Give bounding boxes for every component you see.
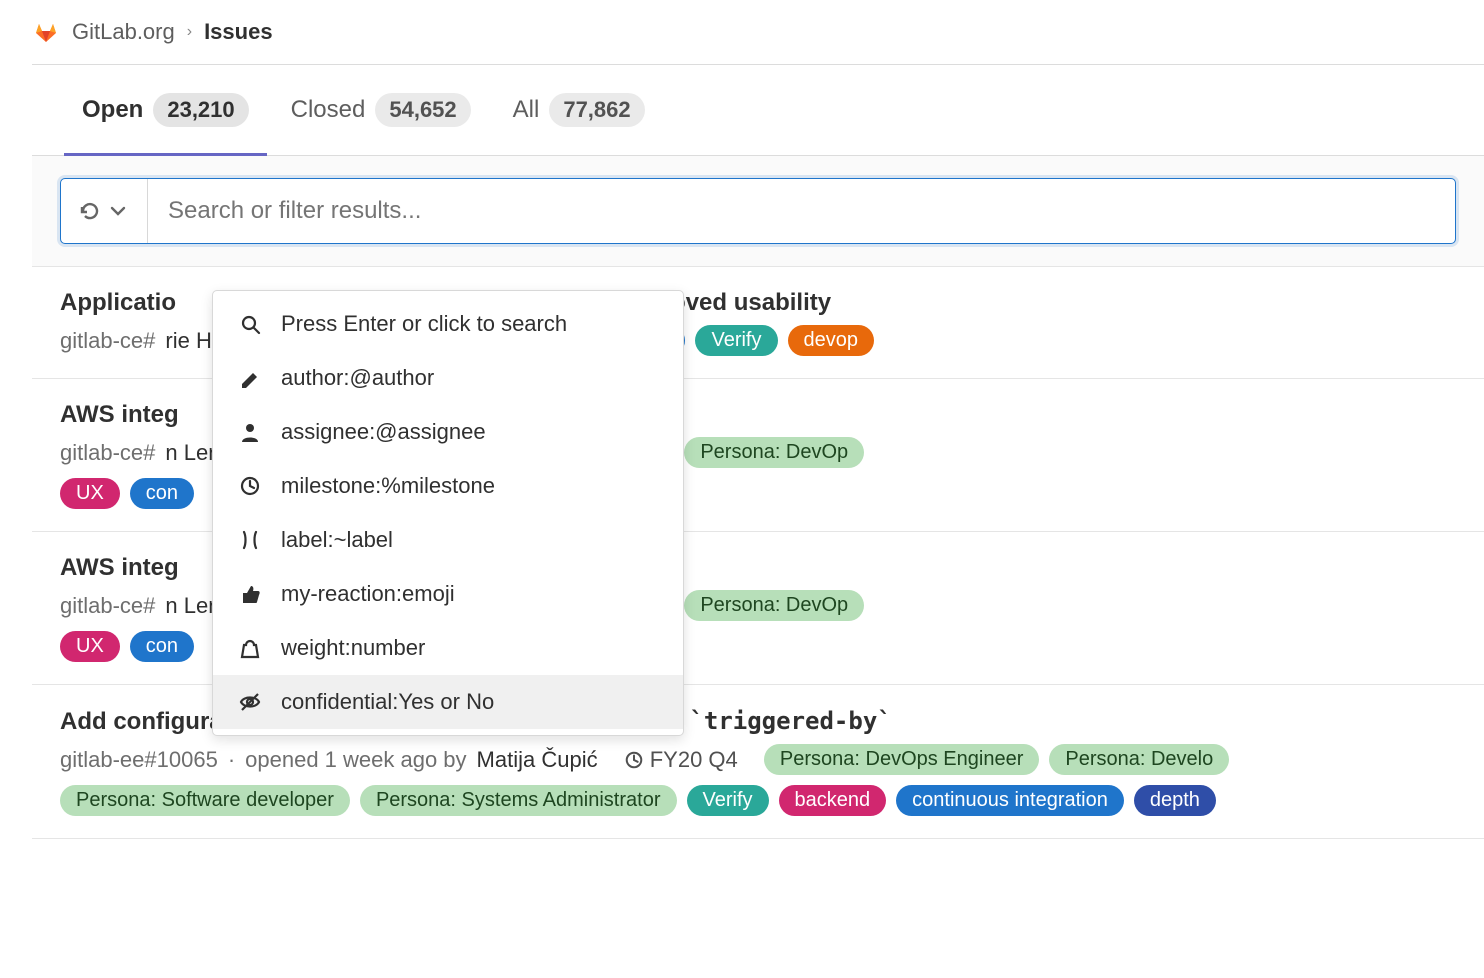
issue-label[interactable]: con: [130, 478, 194, 509]
issue-author[interactable]: Matija Čupić: [477, 747, 598, 773]
filter-suggestion-text: milestone:%milestone: [281, 473, 495, 499]
filter-suggestion-tag[interactable]: label:~label: [213, 513, 683, 567]
search-input[interactable]: [148, 179, 1455, 243]
issue-label[interactable]: Verify: [687, 785, 769, 816]
eye-slash-icon: [237, 691, 263, 713]
filter-suggestion-clock[interactable]: milestone:%milestone: [213, 459, 683, 513]
filter-suggestion-search[interactable]: Press Enter or click to search: [213, 297, 683, 351]
issue-label[interactable]: Verify: [695, 325, 777, 356]
breadcrumb-current: Issues: [204, 19, 273, 45]
filter-suggestion-text: assignee:@assignee: [281, 419, 486, 445]
issue-label[interactable]: backend: [779, 785, 887, 816]
filter-suggestion-person[interactable]: assignee:@assignee: [213, 405, 683, 459]
filter-bar-container: [32, 156, 1484, 267]
tab-open[interactable]: Open 23,210: [82, 93, 249, 155]
issue-meta: gitlab-ee#10065 · opened 1 week ago by M…: [60, 744, 1456, 775]
issue-label[interactable]: Persona: DevOps Engineer: [764, 744, 1039, 775]
issue-label[interactable]: con: [130, 631, 194, 662]
filter-bar: [60, 178, 1456, 244]
breadcrumb-org[interactable]: GitLab.org: [72, 19, 175, 45]
issue-label[interactable]: devop: [788, 325, 875, 356]
filter-suggestion-eye-slash[interactable]: confidential:Yes or No: [213, 675, 683, 729]
person-icon: [237, 421, 263, 443]
issue-ref[interactable]: gitlab-ee#10065: [60, 747, 218, 773]
issue-label[interactable]: Persona: DevOp: [684, 590, 864, 621]
issue-state-tabs: Open 23,210 Closed 54,652 All 77,862: [32, 65, 1484, 156]
tab-all-count: 77,862: [549, 93, 644, 127]
thumb-icon: [237, 583, 263, 605]
filter-suggestion-weight[interactable]: weight:number: [213, 621, 683, 675]
filter-suggestion-text: confidential:Yes or No: [281, 689, 494, 715]
issue-label[interactable]: UX: [60, 478, 120, 509]
issue-label[interactable]: Persona: Software developer: [60, 785, 350, 816]
filter-suggestion-text: Press Enter or click to search: [281, 311, 567, 337]
search-filter-dropdown: Press Enter or click to search author:@au…: [212, 290, 684, 736]
issue-ref[interactable]: gitlab-ce#: [60, 328, 155, 354]
issue-label[interactable]: UX: [60, 631, 120, 662]
filter-suggestion-text: author:@author: [281, 365, 434, 391]
issue-labels-row2: Persona: Software developer Persona: Sys…: [60, 785, 1456, 816]
filter-suggestion-thumb[interactable]: my-reaction:emoji: [213, 567, 683, 621]
filter-suggestion-text: weight:number: [281, 635, 425, 661]
chevron-down-icon: [107, 200, 129, 222]
gitlab-logo-icon: [32, 18, 60, 46]
filter-suggestion-text: label:~label: [281, 527, 393, 553]
history-icon: [79, 200, 101, 222]
issue-milestone[interactable]: FY20 Q4: [624, 747, 738, 773]
issue-label[interactable]: Persona: DevOp: [684, 437, 864, 468]
tab-all-label: All: [513, 96, 540, 124]
issue-ref[interactable]: gitlab-ce#: [60, 440, 155, 466]
clock-icon: [624, 750, 644, 770]
tab-closed[interactable]: Closed 54,652: [291, 93, 471, 155]
search-history-button[interactable]: [61, 179, 148, 243]
tab-closed-label: Closed: [291, 96, 366, 124]
tab-all[interactable]: All 77,862: [513, 93, 645, 155]
tab-open-label: Open: [82, 96, 143, 124]
pencil-icon: [237, 367, 263, 389]
filter-suggestion-pencil[interactable]: author:@author: [213, 351, 683, 405]
weight-icon: [237, 637, 263, 659]
clock-icon: [237, 475, 263, 497]
issue-label[interactable]: Persona: Systems Administrator: [360, 785, 677, 816]
issue-label[interactable]: continuous integration: [896, 785, 1124, 816]
filter-suggestion-text: my-reaction:emoji: [281, 581, 455, 607]
breadcrumb-separator-icon: ›: [187, 23, 192, 41]
tag-icon: [237, 529, 263, 551]
search-icon: [237, 313, 263, 335]
tab-open-count: 23,210: [153, 93, 248, 127]
issue-ref[interactable]: gitlab-ce#: [60, 593, 155, 619]
issue-label[interactable]: depth: [1134, 785, 1216, 816]
breadcrumb: GitLab.org › Issues: [0, 0, 1484, 64]
issue-label[interactable]: Persona: Develo: [1049, 744, 1229, 775]
tab-closed-count: 54,652: [375, 93, 470, 127]
